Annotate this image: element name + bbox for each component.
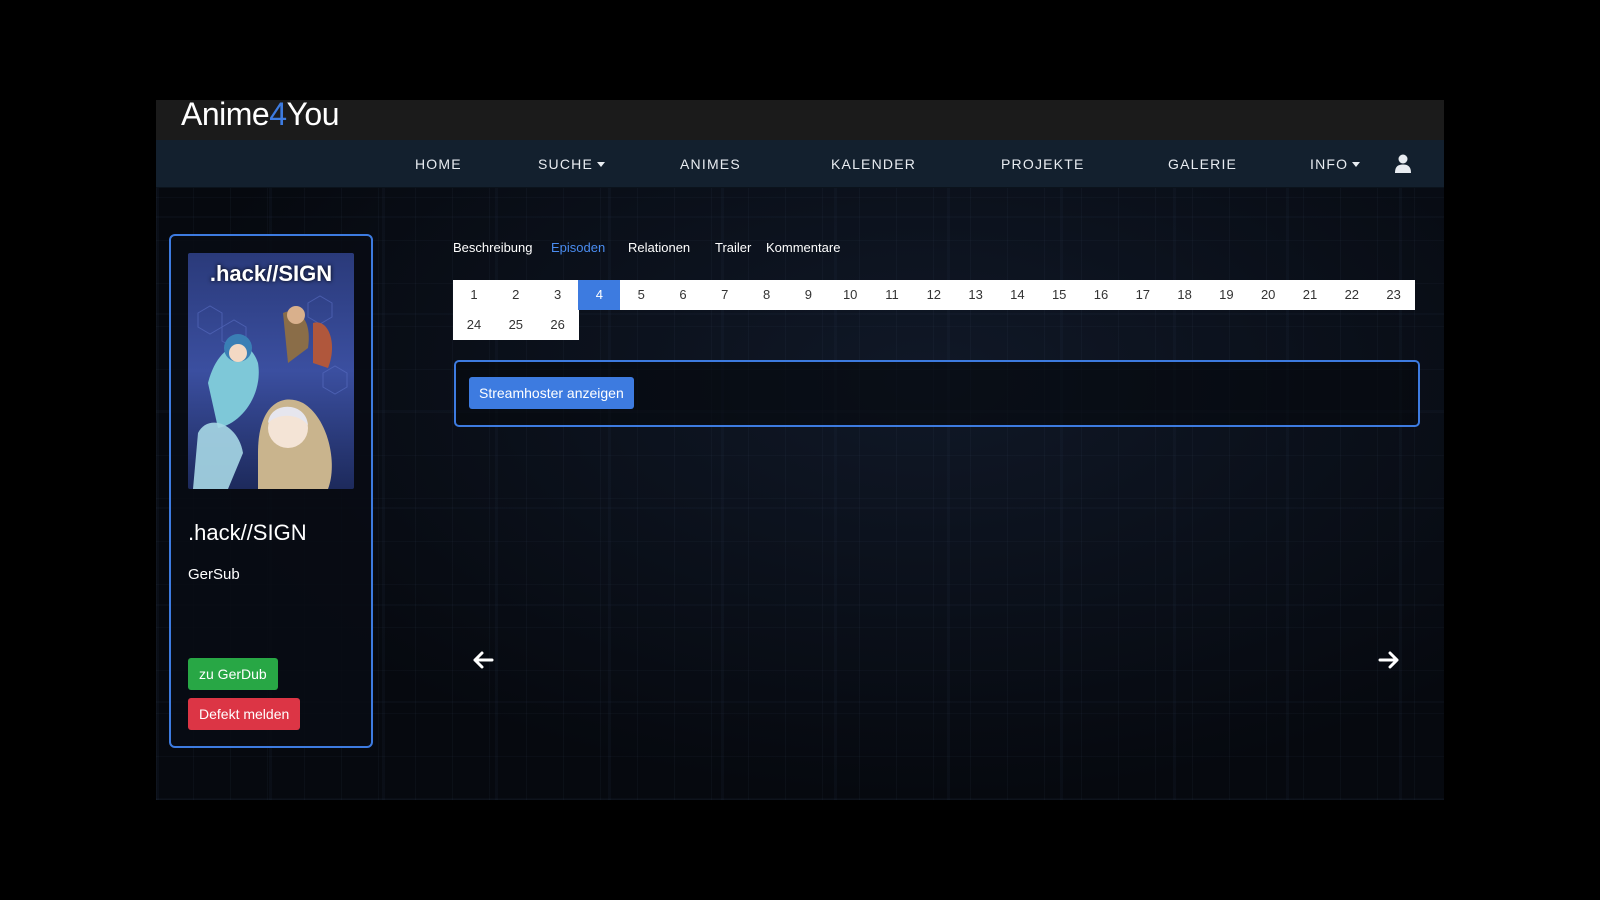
episode-button[interactable]: 15 (1038, 280, 1081, 310)
anime-info-card: .hack//SIGN .hack//SIGN GerSub zu GerDub… (169, 234, 373, 748)
caret-down-icon (597, 162, 606, 167)
episode-button[interactable]: 9 (787, 280, 830, 310)
episode-button[interactable]: 13 (954, 280, 997, 310)
episode-button[interactable]: 18 (1163, 280, 1206, 310)
caret-down-icon (1352, 162, 1361, 167)
tab-trailer[interactable]: Trailer (715, 240, 751, 255)
episode-button[interactable]: 4 (578, 280, 621, 310)
cover-image: .hack//SIGN (188, 253, 354, 489)
series-language: GerSub (188, 566, 240, 583)
stream-panel: Streamhoster anzeigen (454, 360, 1420, 427)
nav-projekte[interactable]: PROJEKTE (1001, 140, 1085, 188)
episode-button[interactable]: 14 (996, 280, 1039, 310)
episode-button[interactable]: 23 (1372, 280, 1415, 310)
nav-animes[interactable]: ANIMES (680, 140, 741, 188)
episode-button[interactable]: 26 (536, 310, 579, 340)
episode-button[interactable]: 19 (1205, 280, 1248, 310)
arrow-left-icon[interactable] (471, 648, 495, 672)
tab-beschreibung[interactable]: Beschreibung (453, 240, 533, 255)
episode-button[interactable]: 2 (494, 280, 537, 310)
user-icon[interactable] (1394, 154, 1412, 174)
episode-button[interactable]: 22 (1330, 280, 1373, 310)
episode-button[interactable]: 5 (620, 280, 663, 310)
nav-galerie[interactable]: GALERIE (1168, 140, 1237, 188)
logo-bar: Anime4You (156, 96, 1444, 140)
episode-button[interactable]: 12 (912, 280, 955, 310)
nav-suche[interactable]: SUCHE (538, 140, 606, 188)
switch-gerdub-button[interactable]: zu GerDub (188, 658, 278, 690)
main-navbar: HOME SUCHE ANIMES KALENDER PROJEKTE GALE… (156, 140, 1444, 188)
episode-button[interactable]: 11 (871, 280, 913, 310)
cover-title: .hack//SIGN (209, 261, 333, 286)
tab-relationen[interactable]: Relationen (628, 240, 690, 255)
episode-button[interactable]: 25 (494, 310, 537, 340)
cover-artwork (188, 253, 354, 489)
series-title: .hack//SIGN (188, 520, 307, 545)
episode-button[interactable]: 20 (1247, 280, 1290, 310)
episode-button[interactable]: 8 (745, 280, 788, 310)
nav-kalender[interactable]: KALENDER (831, 140, 916, 188)
arrow-right-icon[interactable] (1377, 648, 1401, 672)
episode-button[interactable]: 6 (662, 280, 704, 310)
episode-button[interactable]: 7 (703, 280, 746, 310)
nav-info[interactable]: INFO (1310, 140, 1361, 188)
site-logo[interactable]: Anime4You (181, 96, 339, 133)
episode-button[interactable]: 17 (1121, 280, 1164, 310)
tab-episoden[interactable]: Episoden (551, 240, 605, 255)
show-streamhoster-button[interactable]: Streamhoster anzeigen (469, 377, 634, 409)
episode-button[interactable]: 16 (1080, 280, 1122, 310)
episode-button[interactable]: 21 (1289, 280, 1331, 310)
episode-button[interactable]: 1 (453, 280, 495, 310)
episode-button[interactable]: 24 (453, 310, 495, 340)
report-defect-button[interactable]: Defekt melden (188, 698, 301, 730)
tab-kommentare[interactable]: Kommentare (766, 240, 840, 255)
episode-button[interactable]: 10 (829, 280, 872, 310)
episode-button[interactable]: 3 (536, 280, 579, 310)
nav-home[interactable]: HOME (415, 140, 462, 188)
site-container: Anime4You HOME SUCHE ANIMES KALENDER PRO… (156, 96, 1444, 800)
